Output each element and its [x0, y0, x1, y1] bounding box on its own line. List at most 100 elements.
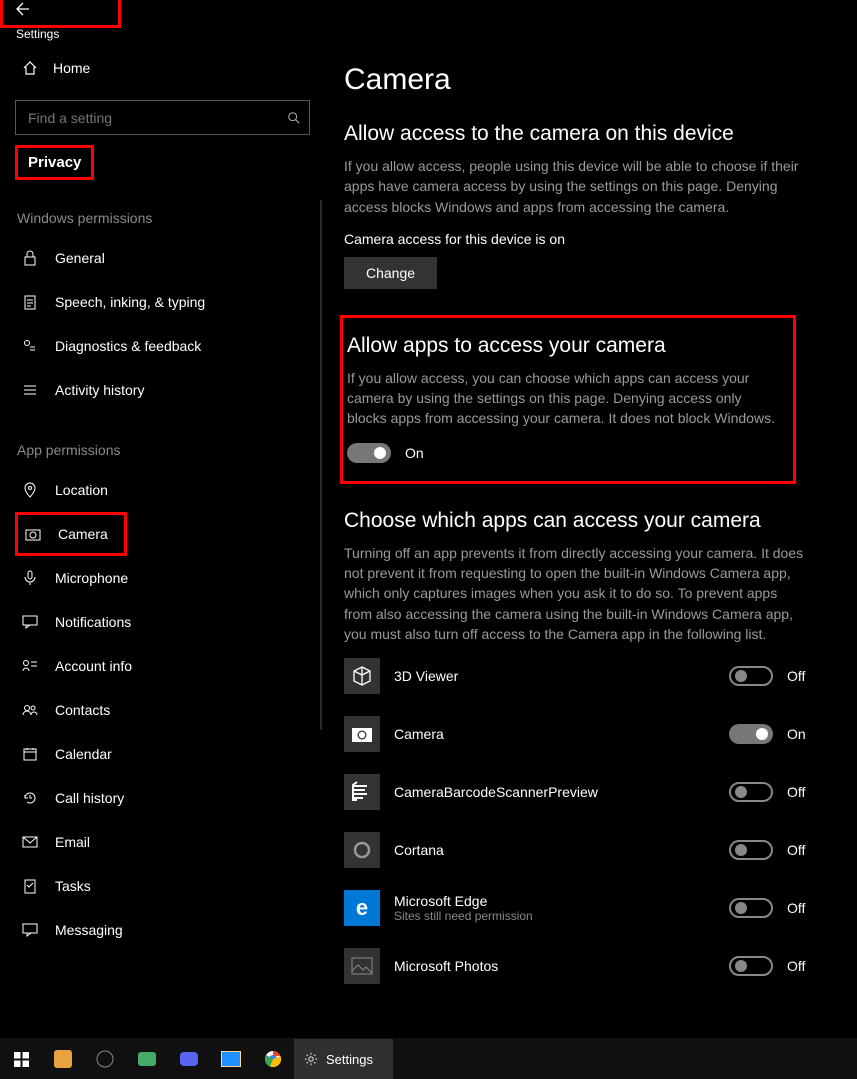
taskbar-chrome-icon[interactable]	[252, 1039, 294, 1079]
app-row: CortanaOff	[344, 832, 817, 868]
apps-access-desc: If you allow access, you can choose whic…	[347, 368, 783, 429]
taskbar-app-icon[interactable]	[126, 1039, 168, 1079]
sidebar-item-calendar[interactable]: Calendar	[15, 732, 310, 776]
sidebar-item-speech[interactable]: Speech, inking, & typing	[15, 280, 310, 324]
sidebar-item-label: Diagnostics & feedback	[55, 338, 201, 354]
taskbar-discord-icon[interactable]	[168, 1039, 210, 1079]
app-row: CameraBarcodeScannerPreview Off	[344, 774, 817, 810]
sidebar-item-microphone[interactable]: Microphone	[15, 556, 310, 600]
app-name: Microsoft Photos	[394, 958, 729, 974]
calendar-icon	[19, 747, 41, 761]
app-toggle[interactable]	[729, 956, 773, 976]
app-name: Cortana	[394, 842, 729, 858]
feedback-icon	[19, 338, 41, 354]
gear-icon	[304, 1052, 318, 1066]
sidebar-item-location[interactable]: Location	[15, 468, 310, 512]
app-icon: e	[344, 890, 380, 926]
windows-icon	[14, 1052, 29, 1067]
sidebar-item-label: Contacts	[55, 702, 110, 718]
sidebar-item-messaging[interactable]: Messaging	[15, 908, 310, 952]
back-button[interactable]	[0, 0, 45, 25]
sidebar-home[interactable]: Home	[15, 48, 310, 88]
app-toggle-state: Off	[787, 668, 813, 684]
app-icon	[344, 716, 380, 752]
app-name: Camera	[394, 726, 729, 742]
device-access-heading: Allow access to the camera on this devic…	[344, 122, 817, 146]
app-toggle[interactable]	[729, 724, 773, 744]
location-icon	[19, 482, 41, 498]
clipboard-icon	[19, 294, 41, 310]
camera-icon	[22, 527, 44, 541]
highlight-box-apps-access: Allow apps to access your camera If you …	[340, 315, 796, 484]
lock-icon	[19, 250, 41, 266]
change-button[interactable]: Change	[344, 257, 437, 289]
taskbar-active-window[interactable]: Settings	[294, 1039, 393, 1079]
home-icon	[19, 60, 41, 76]
app-subtext: Sites still need permission	[394, 909, 729, 923]
window-header: Settings	[0, 0, 857, 33]
app-toggle[interactable]	[729, 666, 773, 686]
content-pane: Camera Allow access to the camera on thi…	[320, 33, 857, 1038]
history-list-icon	[19, 382, 41, 398]
sidebar-item-call-history[interactable]: Call history	[15, 776, 310, 820]
apps-access-state: On	[405, 445, 424, 461]
app-row: eMicrosoft EdgeSites still need permissi…	[344, 890, 817, 926]
taskbar-app-icon[interactable]	[84, 1039, 126, 1079]
sidebar-item-tasks[interactable]: Tasks	[15, 864, 310, 908]
sidebar-category: Privacy	[15, 145, 94, 180]
sidebar-item-label: Microphone	[55, 570, 128, 586]
sidebar: Home Privacy Windows permissions General…	[0, 33, 320, 1038]
sidebar-item-activity[interactable]: Activity history	[15, 368, 310, 412]
app-icon	[344, 774, 380, 810]
app-toggle-state: Off	[787, 958, 813, 974]
sidebar-item-label: General	[55, 250, 105, 266]
email-icon	[19, 836, 41, 848]
sidebar-item-email[interactable]: Email	[15, 820, 310, 864]
sidebar-item-label: Calendar	[55, 746, 112, 762]
sidebar-item-label: Speech, inking, & typing	[55, 294, 205, 310]
search-box[interactable]	[15, 100, 310, 135]
app-toggle[interactable]	[729, 840, 773, 860]
app-icon	[344, 948, 380, 984]
app-icon	[344, 658, 380, 694]
device-access-desc: If you allow access, people using this d…	[344, 156, 804, 217]
sidebar-item-notifications[interactable]: Notifications	[15, 600, 310, 644]
messaging-icon	[19, 923, 41, 937]
app-name: 3D Viewer	[394, 668, 729, 684]
sidebar-item-general[interactable]: General	[15, 236, 310, 280]
app-row: 3D Viewer Off	[344, 658, 817, 694]
tasks-icon	[19, 878, 41, 894]
sidebar-section-windows-permissions: Windows permissions	[17, 210, 310, 226]
sidebar-item-account-info[interactable]: Account info	[15, 644, 310, 688]
apps-access-toggle[interactable]	[347, 443, 391, 463]
sidebar-item-contacts[interactable]: Contacts	[15, 688, 310, 732]
sidebar-item-diagnostics[interactable]: Diagnostics & feedback	[15, 324, 310, 368]
back-arrow-icon	[15, 1, 31, 17]
app-toggle[interactable]	[729, 898, 773, 918]
microphone-icon	[19, 570, 41, 586]
choose-apps-desc: Turning off an app prevents it from dire…	[344, 543, 804, 644]
app-name: CameraBarcodeScannerPreview	[394, 784, 729, 800]
sidebar-item-camera[interactable]: Camera	[15, 512, 127, 556]
taskbar-active-label: Settings	[326, 1052, 373, 1067]
account-icon	[19, 659, 41, 673]
sidebar-item-label: Call history	[55, 790, 124, 806]
taskbar-start[interactable]	[0, 1039, 42, 1079]
taskbar[interactable]: Settings	[0, 1038, 857, 1079]
taskbar-explorer-icon[interactable]	[210, 1039, 252, 1079]
app-toggle-state: Off	[787, 784, 813, 800]
contacts-icon	[19, 703, 41, 717]
history-icon	[19, 790, 41, 806]
sidebar-item-label: Notifications	[55, 614, 131, 630]
app-row: Microsoft Photos Off	[344, 948, 817, 984]
app-row: CameraOn	[344, 716, 817, 752]
app-toggle-state: Off	[787, 900, 813, 916]
taskbar-app-icon[interactable]	[42, 1039, 84, 1079]
app-toggle[interactable]	[729, 782, 773, 802]
sidebar-item-label: Camera	[58, 526, 108, 542]
sidebar-home-label: Home	[53, 60, 90, 76]
choose-apps-heading: Choose which apps can access your camera	[344, 509, 817, 533]
sidebar-item-label: Messaging	[55, 922, 123, 938]
sidebar-category-label: Privacy	[28, 154, 81, 171]
search-input[interactable]	[26, 109, 287, 127]
